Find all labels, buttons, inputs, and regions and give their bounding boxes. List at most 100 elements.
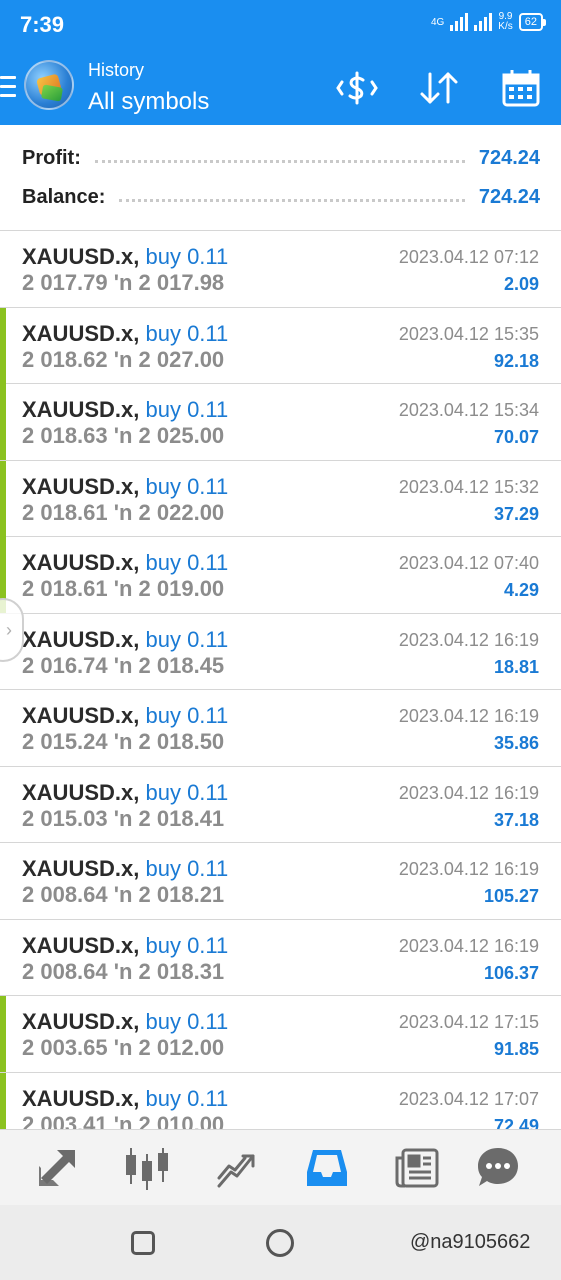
edge-panel-handle[interactable]: › (0, 598, 24, 662)
dotted-leader (119, 192, 465, 202)
deal-tag (0, 460, 6, 537)
news-icon[interactable] (393, 1144, 441, 1192)
deal-prices: 2 018.63 'n 2 025.00 (22, 423, 225, 448)
deal-row[interactable]: XAUUSD.x, buy 0.11 2 003.41 'n 2 010.00 20… (0, 1072, 561, 1130)
chat-icon[interactable] (474, 1144, 522, 1192)
deal-symbol: XAUUSD.x, buy 0.11 (22, 626, 229, 652)
deal-symbol: XAUUSD.x, buy 0.11 (22, 397, 229, 422)
deal-prices: 2 016.74 'n 2 018.45 (22, 652, 225, 678)
chevron-right-icon: › (6, 620, 12, 640)
dollar-exchange-icon[interactable] (336, 68, 378, 108)
deal-row[interactable]: XAUUSD.x, buy 0.11 2 015.24 'n 2 018.50 20… (0, 690, 561, 767)
deal-date: 2023.04.12 16:19 (398, 859, 539, 879)
recents-button[interactable] (131, 1231, 155, 1255)
calendar-icon[interactable] (500, 68, 542, 108)
deal-profit: 35.86 (493, 733, 539, 753)
deal-prices: 2 017.79 'n 2 017.98 (22, 270, 225, 295)
deal-symbol: XAUUSD.x, buy 0.11 (22, 932, 229, 958)
header-subtitle: History (88, 60, 145, 80)
deal-prices: 2 018.61 'n 2 022.00 (22, 499, 225, 525)
header-title[interactable]: All symbols (88, 88, 209, 116)
chart-icon[interactable] (123, 1144, 171, 1192)
app-header: History All symbols (0, 50, 561, 125)
deal-date: 2023.04.12 15:35 (398, 323, 539, 344)
deal-date: 2023.04.12 16:19 (398, 629, 539, 650)
deal-prices: 2 003.41 'n 2 010.00 (22, 1111, 225, 1130)
deal-prices: 2 015.03 'n 2 018.41 (22, 805, 225, 831)
deal-type: buy 0.11 (145, 1009, 229, 1034)
deal-type: buy 0.11 (145, 473, 229, 499)
deal-profit: 91.85 (493, 1039, 539, 1059)
deal-type: buy 0.11 (145, 856, 229, 881)
battery-icon: 62 (518, 13, 547, 31)
deal-tag (0, 307, 6, 384)
deal-profit: 37.29 (493, 503, 539, 524)
deal-row[interactable]: XAUUSD.x, buy 0.11 2 016.74 'n 2 018.45 20… (0, 614, 561, 690)
deal-prices: 2 018.61 'n 2 019.00 (22, 576, 225, 601)
balance-row: Balance: 724.24 (22, 182, 540, 212)
deal-profit: 72.49 (493, 1115, 539, 1130)
deal-prices: 2 015.24 'n 2 018.50 (22, 729, 225, 754)
deal-row[interactable]: XAUUSD.x, buy 0.11 2 018.63 'n 2 025.00 20… (0, 384, 561, 461)
deal-type: buy 0.11 (145, 703, 229, 728)
signal-icon (450, 13, 469, 31)
deal-date: 2023.04.12 07:12 (398, 247, 539, 267)
menu-icon[interactable] (0, 76, 16, 98)
deal-row[interactable]: XAUUSD.x, buy 0.11 2 018.62 'n 2 027.00 20… (0, 307, 561, 384)
deal-row[interactable]: XAUUSD.x, buy 0.11 2 008.64 'n 2 018.21 20… (0, 843, 561, 920)
deal-symbol: XAUUSD.x, buy 0.11 (22, 1009, 229, 1034)
deal-type: buy 0.11 (145, 320, 229, 346)
deal-row[interactable]: XAUUSD.x, buy 0.11 2 017.79 'n 2 017.98 20… (0, 231, 561, 308)
watermark: @na9105662 (410, 1231, 531, 1253)
deal-type: buy 0.11 (145, 779, 229, 805)
deal-symbol: XAUUSD.x, buy 0.11 (22, 550, 229, 575)
deal-row[interactable]: XAUUSD.x, buy 0.11 2 015.03 'n 2 018.41 20… (0, 767, 561, 843)
app-logo (24, 60, 74, 110)
history-icon[interactable] (303, 1144, 351, 1192)
balance-label: Balance: (22, 185, 106, 208)
deal-type: buy 0.11 (145, 397, 229, 422)
bottom-nav (0, 1129, 561, 1205)
deal-date: 2023.04.12 16:19 (398, 706, 539, 726)
deal-row[interactable]: XAUUSD.x, buy 0.11 2 003.65 'n 2 012.00 20… (0, 996, 561, 1073)
sort-icon[interactable] (418, 68, 460, 108)
deal-profit: 106.37 (483, 962, 539, 983)
trade-icon[interactable] (213, 1144, 261, 1192)
deal-profit: 37.18 (493, 809, 539, 830)
deals-list[interactable]: XAUUSD.x, buy 0.11 2 017.79 'n 2 017.98 20… (0, 231, 561, 1129)
status-indicators: 4G 9.9 K/s 62 (431, 12, 547, 32)
deal-prices: 2 008.64 'n 2 018.31 (22, 958, 225, 984)
deal-profit: 4.29 (503, 580, 539, 600)
quotes-icon[interactable] (33, 1144, 81, 1192)
profit-row: Profit: 724.24 (22, 143, 540, 173)
deal-prices: 2 003.65 'n 2 012.00 (22, 1035, 225, 1060)
deal-prices: 2 008.64 'n 2 018.21 (22, 882, 225, 907)
deal-row[interactable]: XAUUSD.x, buy 0.11 2 008.64 'n 2 018.31 20… (0, 920, 561, 996)
deal-type: buy 0.11 (145, 1085, 229, 1111)
deal-row[interactable]: XAUUSD.x, buy 0.11 2 018.61 'n 2 022.00 20… (0, 460, 561, 537)
deal-date: 2023.04.12 15:32 (398, 476, 539, 497)
deal-date: 2023.04.12 07:40 (398, 553, 539, 573)
deal-date: 2023.04.12 16:19 (398, 935, 539, 956)
deal-type: buy 0.11 (145, 244, 229, 269)
deal-type: buy 0.11 (145, 626, 229, 652)
status-bar: 7:39 4G 9.9 K/s 62 (0, 0, 561, 50)
deal-date: 2023.04.12 17:07 (398, 1088, 539, 1109)
deal-row[interactable]: XAUUSD.x, buy 0.11 2 018.61 'n 2 019.00 20… (0, 537, 561, 614)
deal-symbol: XAUUSD.x, buy 0.11 (22, 1085, 229, 1111)
deal-profit: 2.09 (503, 274, 539, 294)
deal-symbol: XAUUSD.x, buy 0.11 (22, 703, 229, 728)
deal-tag (0, 996, 6, 1072)
signal-icon-2 (474, 13, 493, 31)
deal-profit: 105.27 (483, 886, 539, 906)
deal-symbol: XAUUSD.x, buy 0.11 (22, 779, 229, 805)
deal-date: 2023.04.12 17:15 (398, 1012, 539, 1032)
deal-date: 2023.04.12 16:19 (398, 782, 539, 803)
summary-panel: Profit: 724.24 Balance: 724.24 (0, 125, 561, 225)
deal-date: 2023.04.12 15:34 (398, 400, 539, 420)
profit-value: 724.24 (478, 146, 540, 169)
deal-profit: 18.81 (493, 656, 539, 677)
balance-value: 724.24 (478, 185, 540, 208)
home-button[interactable] (266, 1229, 294, 1257)
deal-symbol: XAUUSD.x, buy 0.11 (22, 244, 229, 269)
